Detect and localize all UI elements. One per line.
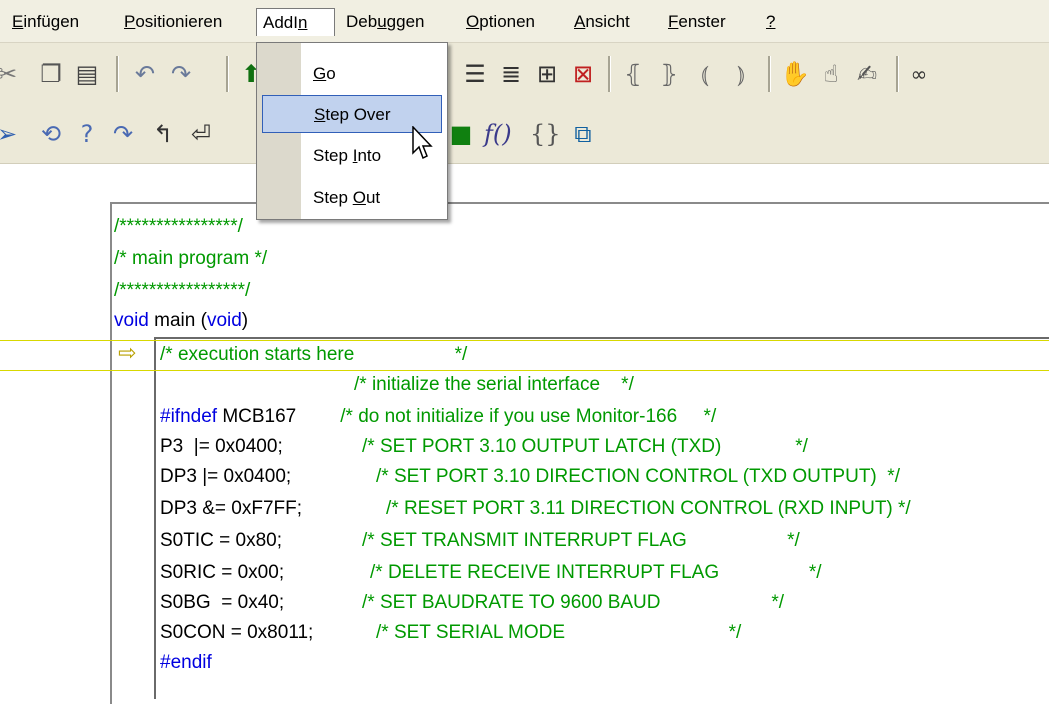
return-icon[interactable]: ⏎ [186, 119, 216, 149]
hand-list-icon[interactable]: ☝ [816, 59, 846, 89]
cut-icon[interactable]: ✂ [0, 59, 22, 89]
debug-toolbar: ➢ ⟲ ? ↷ ↰ ⏎ ■ f() {} ⧉ [0, 107, 1049, 164]
code-comment: /* SET TRANSMIT INTERRUPT FLAG */ [362, 530, 800, 551]
code-comment: /* DELETE RECEIVE INTERRUPT FLAG */ [370, 562, 822, 583]
main-toolbar: ✂ ❐ ▤ ↶ ↷ ⬆ ☰ ≣ ⊞ ⊠ ⦃ ⦄ ⦅ ⦆ ✋ ☝ ✍ ∞ [0, 43, 1049, 107]
redo-icon[interactable]: ↷ [166, 59, 196, 89]
code-comment: /* RESET PORT 3.11 DIRECTION CONTROL (RX… [386, 498, 911, 519]
braces-button[interactable]: {} [530, 119, 561, 149]
code-line: /* initialize the serial interface */ [354, 374, 634, 395]
toolbar-separator [896, 56, 899, 92]
menu-ansicht[interactable]: Ansicht [568, 8, 636, 36]
code-line: #ifndef MCB167/* do not initialize if yo… [160, 406, 717, 427]
paste-icon[interactable]: ▤ [72, 59, 102, 89]
undo-icon[interactable]: ↶ [130, 59, 160, 89]
menu-einfuegen[interactable]: Einfügen [6, 8, 85, 36]
code-line: #endif [160, 652, 212, 673]
code-line-current: /* execution starts here */ [160, 344, 468, 365]
call-stack-icon[interactable]: ⧉ [568, 119, 598, 149]
code-line: S0BG = 0x40; [160, 592, 285, 613]
current-line-highlight-top [0, 340, 1049, 341]
menu-addin[interactable]: AddIn [256, 8, 335, 36]
code-line: DP3 |= 0x0400; [160, 466, 292, 487]
hand-remove-icon[interactable]: ✍ [852, 59, 882, 89]
brace-step-over-icon[interactable]: ⦄ [654, 59, 684, 89]
step-out-icon[interactable]: ↰ [148, 119, 178, 149]
menu-fenster[interactable]: Fenster [662, 8, 732, 36]
function-box-icon[interactable]: ■ [446, 119, 476, 149]
step-question-icon[interactable]: ? [72, 119, 102, 149]
toolbar-separator [226, 56, 229, 92]
run-icon[interactable]: ➢ [0, 119, 22, 149]
menu-help[interactable]: ? [760, 8, 781, 36]
menu-debuggen[interactable]: Debuggen [340, 8, 430, 36]
code-comment: /* SET SERIAL MODE */ [376, 622, 742, 643]
brace-step-out-icon[interactable]: ⦆ [726, 59, 756, 89]
mouse-pointer-icon [412, 126, 433, 160]
execution-arrow-icon: ⇨ [118, 341, 137, 366]
align-left-icon[interactable]: ☰ [460, 59, 490, 89]
function-button[interactable]: f() [484, 119, 512, 149]
code-comment: /* SET PORT 3.10 OUTPUT LATCH (TXD) */ [362, 436, 808, 457]
code-line: /*****************/ [114, 280, 251, 301]
toolbar-separator [116, 56, 119, 92]
code-line: DP3 &= 0xF7FF; [160, 498, 303, 519]
indent-icon[interactable]: ≣ [496, 59, 526, 89]
code-line: /****************/ [114, 216, 243, 237]
current-line-highlight-bottom [0, 370, 1049, 371]
code-line: S0CON = 0x8011; [160, 622, 314, 643]
menu-optionen[interactable]: Optionen [460, 8, 541, 36]
brace-step-into-icon[interactable]: ⦅ [690, 59, 720, 89]
menu-positionieren[interactable]: Positionieren [118, 8, 228, 36]
step-over-icon[interactable]: ↷ [108, 119, 138, 149]
copy-icon[interactable]: ❐ [36, 59, 66, 89]
code-line: S0RIC = 0x00; [160, 562, 285, 583]
code-line: P3 |= 0x0400; [160, 436, 283, 457]
hand-icon[interactable]: ✋ [780, 59, 810, 89]
code-line: void main (void) [114, 310, 249, 331]
watch-glasses-icon[interactable]: ∞ [904, 59, 934, 89]
brace-step-icon[interactable]: ⦃ [618, 59, 648, 89]
toggle-breakpoint-icon[interactable]: ⊞ [532, 59, 562, 89]
menu-item-go[interactable]: Go [262, 55, 442, 93]
remove-breakpoints-icon[interactable]: ⊠ [568, 59, 598, 89]
menu-bar: Einfügen Positionieren AddIn Debuggen Op… [0, 0, 1049, 43]
menu-item-step-out[interactable]: Step Out [262, 179, 442, 217]
step-timer-icon[interactable]: ⟲ [36, 119, 66, 149]
code-comment: /* SET PORT 3.10 DIRECTION CONTROL (TXD … [376, 466, 900, 487]
code-line: /* main program */ [114, 248, 268, 269]
code-line: S0TIC = 0x80; [160, 530, 282, 551]
toolbar-separator [768, 56, 771, 92]
code-comment: /* SET BAUDRATE TO 9600 BAUD */ [362, 592, 785, 613]
toolbar-separator [608, 56, 611, 92]
